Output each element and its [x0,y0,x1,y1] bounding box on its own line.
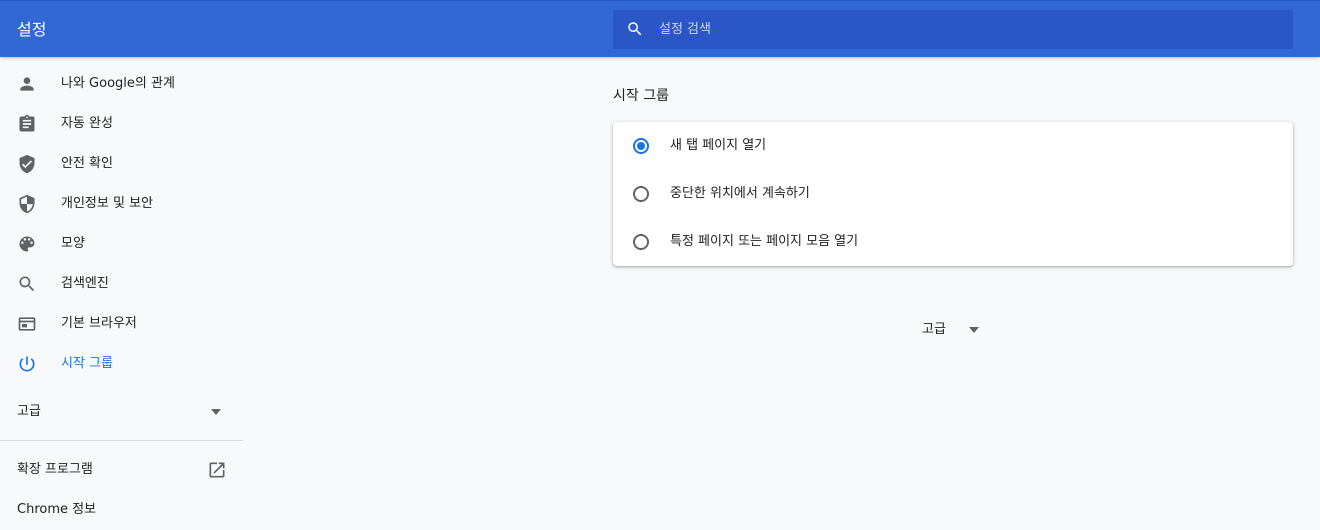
sidebar-item-autofill[interactable]: 자동 완성 [0,104,243,144]
sidebar-item-label: 모양 [61,236,85,251]
startup-option-new-tab[interactable]: 새 탭 페이지 열기 [613,122,1293,170]
radio-label: 중단한 위치에서 계속하기 [670,186,810,201]
sidebar-item-label: 안전 확인 [61,156,113,171]
sidebar-advanced-toggle[interactable]: 고급 [0,392,243,432]
sidebar-item-label: 나와 Google의 관계 [61,76,175,91]
person-icon [20,77,34,91]
browser-window-icon [18,317,36,331]
search-icon [19,276,35,292]
sidebar-item-on-startup[interactable]: 시작 그룹 [0,344,243,384]
radio-label: 새 탭 페이지 열기 [670,138,767,153]
sidebar-item-label: 시작 그룹 [61,356,113,371]
search-icon [628,22,642,36]
sidebar-item-privacy-security[interactable]: 개인정보 및 보안 [0,184,243,224]
sidebar-item-label: 개인정보 및 보안 [61,196,153,211]
advanced-toggle-button[interactable]: 고급 [913,318,993,342]
sidebar-extensions-label: 확장 프로그램 [17,462,93,477]
app-title: 설정 [17,20,47,39]
shield-check-icon [19,154,35,174]
sidebar-divider [0,440,243,441]
sidebar-item-safety-check[interactable]: 안전 확인 [0,144,243,184]
section-title: 시작 그룹 [613,88,669,104]
sidebar-item-appearance[interactable]: 모양 [0,224,243,264]
sidebar-item-default-browser[interactable]: 기본 브라우저 [0,304,243,344]
startup-option-continue[interactable]: 중단한 위치에서 계속하기 [613,170,1293,218]
top-toolbar: 설정 [0,0,1320,57]
open-in-new-icon [209,462,225,478]
palette-icon [19,236,35,252]
search-box[interactable] [613,10,1293,49]
radio-button[interactable] [633,186,649,202]
shield-half-icon [19,194,35,214]
caret-down-icon [969,327,979,333]
sidebar-item-label: 자동 완성 [61,116,113,131]
caret-down-icon [211,409,221,415]
sidebar-item-about-chrome[interactable]: Chrome 정보 [0,490,243,530]
sidebar-item-label: 기본 브라우저 [61,316,137,331]
radio-button[interactable] [633,234,649,250]
sidebar-about-label: Chrome 정보 [17,502,97,517]
startup-options-card: 새 탭 페이지 열기 중단한 위치에서 계속하기 특정 페이지 또는 페이지 모… [613,122,1293,266]
power-icon [19,356,35,372]
search-input[interactable] [659,10,1279,49]
clipboard-icon [19,114,35,132]
advanced-label: 고급 [922,322,946,337]
sidebar-item-label: 검색엔진 [61,276,109,291]
radio-button-checked[interactable] [633,138,649,154]
sidebar-item-extensions[interactable]: 확장 프로그램 [0,450,243,490]
sidebar-item-search-engine[interactable]: 검색엔진 [0,264,243,304]
sidebar: 나와 Google의 관계 자동 완성 안전 확인 개인정보 및 보안 모양 검… [0,64,243,530]
sidebar-advanced-label: 고급 [17,404,41,419]
sidebar-item-you-and-google[interactable]: 나와 Google의 관계 [0,64,243,104]
startup-option-specific-pages[interactable]: 특정 페이지 또는 페이지 모음 열기 [613,218,1293,266]
radio-label: 특정 페이지 또는 페이지 모음 열기 [670,234,859,249]
